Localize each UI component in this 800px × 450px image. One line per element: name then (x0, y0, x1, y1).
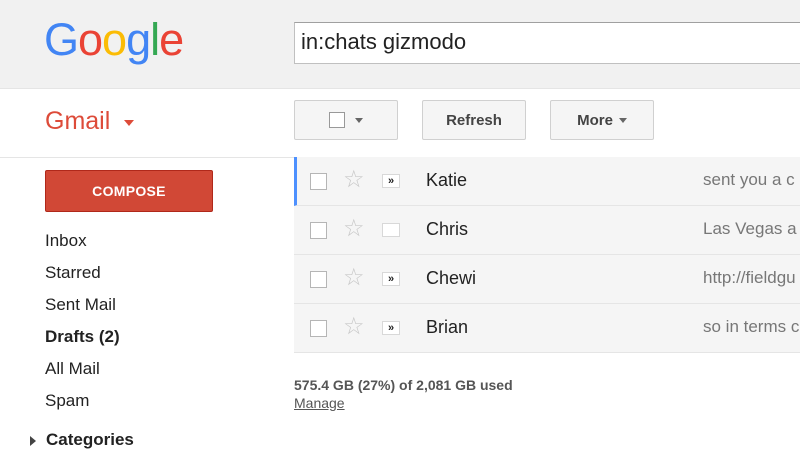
message-sender: Chewi (426, 268, 477, 288)
top-header: Google in:chats gizmodo (0, 0, 800, 89)
categories-label: Categories (46, 430, 134, 449)
message-row[interactable]: ☆ » Katie sent you a c (294, 157, 800, 206)
sidebar-item-starred[interactable]: Starred (45, 261, 120, 293)
message-snippet: http://fieldgu (703, 268, 796, 287)
chevron-right-icon (30, 435, 36, 446)
message-row[interactable]: ☆ Chris Las Vegas a (294, 206, 800, 255)
chevron-down-icon[interactable] (124, 120, 134, 126)
logo-letter: G (44, 14, 79, 65)
important-marker-icon[interactable] (382, 223, 400, 237)
select-checkbox[interactable] (329, 112, 345, 128)
message-snippet: sent you a c (703, 170, 795, 189)
chevron-down-icon (355, 117, 363, 123)
important-marker-icon[interactable]: » (382, 174, 400, 188)
message-sender: Chris (426, 219, 469, 239)
sidebar-item-categories[interactable]: Categories (30, 430, 134, 450)
more-button-label: More (577, 111, 613, 129)
select-all-dropdown[interactable] (294, 100, 398, 140)
important-marker-icon[interactable]: » (382, 272, 400, 286)
sidebar-item-inbox[interactable]: Inbox (45, 229, 120, 261)
logo-letter: l (150, 14, 160, 65)
sidebar-item-all-mail[interactable]: All Mail (45, 357, 120, 389)
row-checkbox[interactable] (310, 320, 327, 337)
manage-storage-link[interactable]: Manage (294, 395, 345, 411)
row-checkbox[interactable] (310, 173, 327, 190)
row-checkbox[interactable] (310, 271, 327, 288)
logo-letter: e (159, 14, 184, 65)
google-logo[interactable]: Google (44, 14, 184, 66)
message-sender: Katie (426, 170, 468, 190)
toolbar: Gmail Refresh More (0, 89, 800, 158)
message-row[interactable]: ☆ » Brian so in terms c (294, 304, 800, 353)
sidebar-item-drafts[interactable]: Drafts (2) (45, 325, 120, 357)
compose-button[interactable]: COMPOSE (45, 170, 213, 212)
message-snippet: Las Vegas a (703, 219, 797, 238)
star-icon[interactable]: ☆ (343, 217, 365, 241)
logo-letter: o (102, 14, 127, 65)
row-checkbox[interactable] (310, 222, 327, 239)
message-snippet: so in terms c (703, 317, 800, 336)
storage-usage: 575.4 GB (27%) of 2,081 GB used (294, 377, 513, 393)
search-input[interactable]: in:chats gizmodo (294, 22, 800, 64)
message-row[interactable]: ☆ » Chewi http://fieldgu (294, 255, 800, 304)
logo-letter: o (78, 14, 103, 65)
message-list: ☆ » Katie sent you a c ☆ Chris Las Vegas… (294, 157, 800, 353)
star-icon[interactable]: ☆ (343, 266, 365, 290)
star-icon[interactable]: ☆ (343, 315, 365, 339)
message-sender: Brian (426, 317, 469, 337)
chevron-down-icon (618, 117, 627, 123)
logo-letter: g (126, 14, 151, 65)
sidebar-item-sent-mail[interactable]: Sent Mail (45, 293, 120, 325)
sidebar-item-spam[interactable]: Spam (45, 389, 120, 421)
important-marker-icon[interactable]: » (382, 321, 400, 335)
refresh-button[interactable]: Refresh (422, 100, 526, 140)
star-icon[interactable]: ☆ (343, 168, 365, 192)
gmail-menu-label[interactable]: Gmail (45, 107, 110, 136)
sidebar-nav: Inbox Starred Sent Mail Drafts (2) All M… (45, 229, 120, 421)
more-button[interactable]: More (550, 100, 654, 140)
